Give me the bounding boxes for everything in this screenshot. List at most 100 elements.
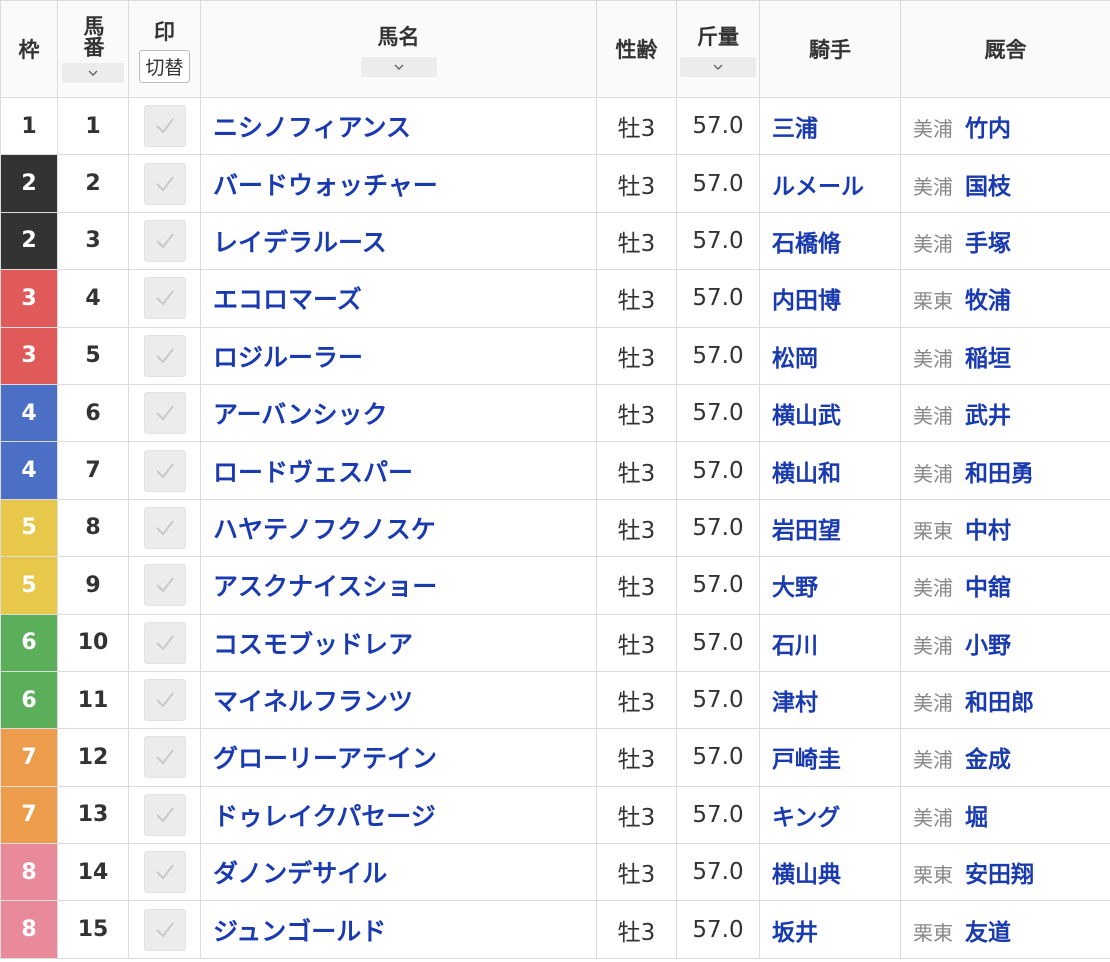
trainer-link[interactable]: 武井 (965, 403, 1011, 429)
horse-name-link[interactable]: ダノンデサイル (200, 843, 597, 902)
horse-name-link[interactable]: バードウォッチャー (200, 154, 597, 213)
table-row: 1 1 ニシノフィアンス 牡3 57.0 三浦 美浦 竹内 (0, 96, 1110, 156)
umaban-number: 12 (57, 728, 129, 787)
umaban-number: 4 (57, 269, 129, 328)
jockey-link[interactable]: 坂井 (759, 900, 901, 959)
trainer-link[interactable]: 和田勇 (965, 461, 1034, 487)
mark-checkbox[interactable] (143, 506, 186, 549)
kinryo-value: 57.0 (676, 843, 760, 902)
chevron-down-icon (713, 64, 723, 70)
jockey-link[interactable]: 内田博 (759, 269, 901, 328)
jockey-link[interactable]: 三浦 (759, 96, 901, 156)
jockey-link[interactable]: 横山和 (759, 441, 901, 500)
horse-name-link[interactable]: アーバンシック (200, 383, 597, 443)
kinryo-value: 57.0 (676, 326, 760, 385)
sort-horse-name-button[interactable] (360, 57, 437, 77)
horse-name-link[interactable]: ドゥレイクパセージ (200, 785, 597, 845)
header-sex-age: 性齢 (596, 0, 677, 98)
mark-cell (128, 96, 201, 156)
mark-checkbox[interactable] (143, 449, 186, 492)
mark-checkbox[interactable] (143, 219, 186, 262)
mark-cell (128, 785, 201, 845)
trainer-link[interactable]: 堀 (965, 805, 988, 831)
mark-checkbox[interactable] (143, 851, 186, 894)
trainer-link[interactable]: 手塚 (965, 231, 1011, 257)
horse-name-link[interactable]: ハヤテノフクノスケ (200, 498, 597, 558)
mark-checkbox[interactable] (143, 621, 186, 664)
trainer-link[interactable]: 友道 (965, 920, 1011, 946)
table-row: 7 13 ドゥレイクパセージ 牡3 57.0 キング 美浦堀 (0, 785, 1110, 845)
kinryo-value: 57.0 (676, 383, 760, 443)
trainer-link[interactable]: 和田郎 (965, 690, 1034, 716)
mark-checkbox[interactable] (143, 793, 186, 836)
mark-cell (128, 498, 201, 558)
mark-cell (128, 613, 201, 672)
jockey-link[interactable]: 石川 (759, 613, 901, 672)
stable-region: 栗東 (913, 920, 953, 945)
horse-name-link[interactable]: ニシノフィアンス (200, 96, 597, 156)
check-icon (152, 171, 178, 197)
jockey-link[interactable]: 津村 (759, 670, 901, 730)
waku-number: 4 (0, 383, 58, 443)
horse-name-link[interactable]: ジュンゴールド (200, 900, 597, 959)
trainer-link[interactable]: 中村 (965, 518, 1011, 544)
jockey-link[interactable]: 石橋脩 (759, 211, 901, 271)
jockey-link[interactable]: 戸崎圭 (759, 728, 901, 787)
mark-checkbox[interactable] (143, 105, 186, 148)
jockey-link[interactable]: 横山典 (759, 843, 901, 902)
sex-age: 牡3 (596, 96, 677, 156)
header-jockey: 騎手 (759, 0, 901, 98)
jockey-link[interactable]: 岩田望 (759, 498, 901, 558)
horse-name-link[interactable]: ロードヴェスパー (200, 441, 597, 500)
stable-cell: 美浦 中舘 (900, 556, 1110, 615)
sex-age: 牡3 (596, 154, 677, 213)
stable-region: 美浦 (913, 346, 953, 371)
mark-checkbox[interactable] (143, 679, 186, 722)
check-icon (152, 458, 178, 484)
umaban-number: 1 (57, 96, 129, 156)
sort-umaban-button[interactable] (62, 63, 124, 83)
trainer-link[interactable]: 国枝 (965, 174, 1011, 200)
stable-cell: 美浦 和田勇 (900, 441, 1110, 500)
mark-checkbox[interactable] (143, 392, 186, 435)
waku-number: 3 (0, 326, 58, 385)
waku-number: 2 (0, 154, 58, 213)
mark-checkbox[interactable] (143, 334, 186, 377)
horse-name-link[interactable]: コスモブッドレア (200, 613, 597, 672)
mark-checkbox[interactable] (143, 564, 186, 607)
table-row: 5 8 ハヤテノフクノスケ 牡3 57.0 岩田望 栗東 中村 (0, 498, 1110, 558)
mark-checkbox[interactable] (143, 736, 186, 779)
jockey-link[interactable]: 大野 (759, 556, 901, 615)
trainer-link[interactable]: 小野 (965, 633, 1011, 659)
check-icon (152, 400, 178, 426)
mark-cell (128, 900, 201, 959)
trainer-link[interactable]: 中舘 (965, 575, 1011, 601)
horse-name-link[interactable]: エコロマーズ (200, 269, 597, 328)
jockey-link[interactable]: 横山武 (759, 383, 901, 443)
jockey-link[interactable]: 松岡 (759, 326, 901, 385)
table-row: 4 7 ロードヴェスパー 牡3 57.0 横山和 美浦 和田勇 (0, 441, 1110, 500)
mark-checkbox[interactable] (143, 908, 186, 951)
trainer-link[interactable]: 牧浦 (965, 288, 1011, 314)
umaban-number: 11 (57, 670, 129, 730)
horse-name-link[interactable]: グローリーアテイン (200, 728, 597, 787)
sort-kinryo-button[interactable] (680, 57, 756, 77)
umaban-number: 10 (57, 613, 129, 672)
horse-name-link[interactable]: ロジルーラー (200, 326, 597, 385)
trainer-link[interactable]: 稲垣 (965, 346, 1011, 372)
trainer-link[interactable]: 竹内 (965, 116, 1011, 142)
check-icon (152, 343, 178, 369)
horse-name-link[interactable]: レイデラルース (200, 211, 597, 271)
trainer-link[interactable]: 安田翔 (965, 862, 1034, 888)
mark-cell (128, 269, 201, 328)
header-horse-name-label: 馬名 (377, 25, 420, 49)
mark-checkbox[interactable] (143, 162, 186, 205)
jockey-link[interactable]: キング (759, 785, 901, 845)
horse-name-link[interactable]: アスクナイスショー (200, 556, 597, 615)
jockey-link[interactable]: ルメール (759, 154, 901, 213)
mark-toggle-button[interactable]: 切替 (139, 49, 190, 83)
horse-name-link[interactable]: マイネルフランツ (200, 670, 597, 730)
mark-checkbox[interactable] (143, 277, 186, 320)
stable-region: 美浦 (913, 691, 953, 716)
trainer-link[interactable]: 金成 (965, 747, 1011, 773)
